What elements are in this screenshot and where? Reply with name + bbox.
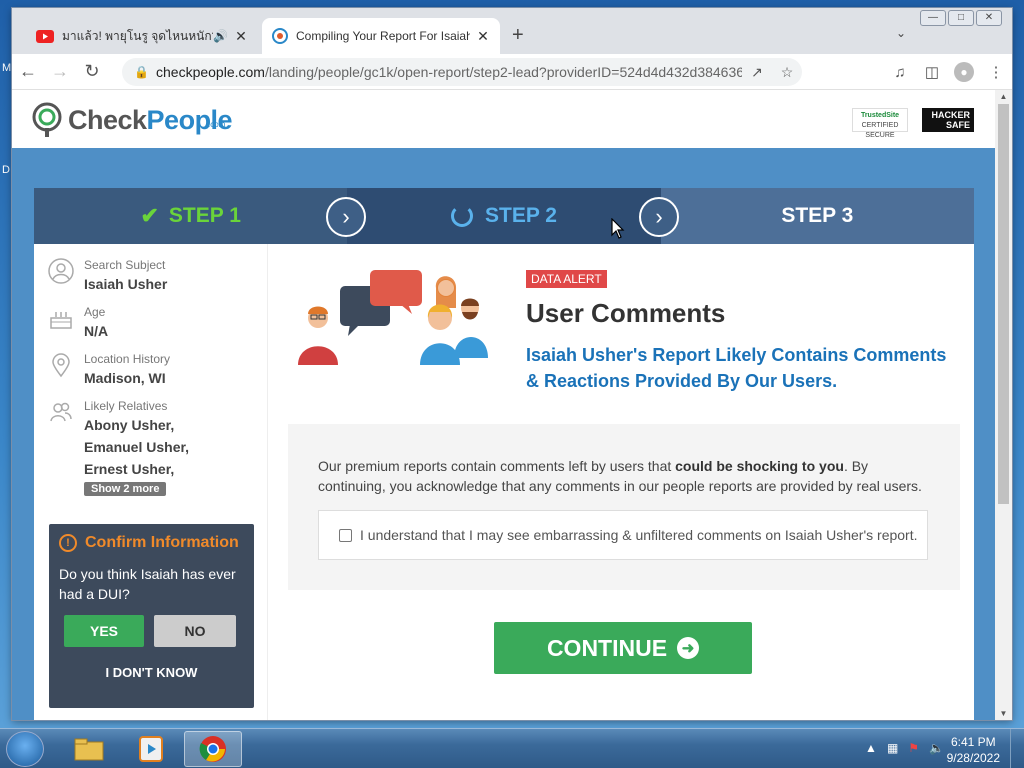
media-control-icon[interactable]: ♫ xyxy=(884,64,916,81)
scroll-down-icon[interactable]: ▼ xyxy=(995,709,1012,718)
alert-main: DATA ALERT User Comments Isaiah Usher's … xyxy=(268,244,974,720)
no-button[interactable]: NO xyxy=(154,615,236,647)
chevron-right-icon: › xyxy=(326,197,366,237)
reload-icon[interactable]: ↻ xyxy=(76,61,108,82)
relative-name: Ernest Usher, xyxy=(84,461,175,477)
browser-toolbar: ← → ↻ 🔒 checkpeople.com/landing/people/g… xyxy=(12,54,1012,90)
step-1: ✔ STEP 1 xyxy=(34,188,348,244)
hacker-safe-badge[interactable]: HACKER SAFE xyxy=(922,108,974,132)
show-more-button[interactable]: Show 2 more xyxy=(84,482,167,496)
user-comments-illustration xyxy=(298,270,488,365)
network-icon[interactable]: ▦ xyxy=(887,741,898,755)
sidebar-subject: Search Subject Isaiah Usher xyxy=(48,258,167,294)
show-desktop-button[interactable] xyxy=(1010,729,1024,768)
close-icon[interactable]: ✕ xyxy=(234,28,248,45)
window-controls: — □ ✕ xyxy=(920,10,1002,26)
profile-icon[interactable]: ● xyxy=(948,62,980,82)
relative-name: Abony Usher, xyxy=(84,417,175,433)
browser-window: มาแล้ว! พายุโนรู จุดไหนหนัก? จุดไ 🔊 ✕ Co… xyxy=(12,8,1012,720)
confirm-information-panel: ! Confirm Information Do you think Isaiah… xyxy=(49,524,254,708)
address-bar[interactable]: 🔒 checkpeople.com/landing/people/gc1k/op… xyxy=(122,58,802,86)
tab-bar: มาแล้ว! พายุโนรู จุดไหนหนัก? จุดไ 🔊 ✕ Co… xyxy=(12,8,1012,54)
person-circle-icon xyxy=(48,258,74,284)
side-panel-icon[interactable]: ◫ xyxy=(916,63,948,81)
windows-taskbar: ▲ ▦ ⚑ 🔈 6:41 PM 9/28/2022 xyxy=(0,728,1024,768)
checkpeople-favicon-icon xyxy=(272,28,288,44)
speaker-icon[interactable]: 🔊 xyxy=(213,29,228,43)
alert-subtitle: Isaiah Usher's Report Likely Contains Co… xyxy=(526,345,947,391)
mouse-cursor-icon xyxy=(611,218,625,239)
logo-pin-icon xyxy=(32,102,62,137)
explorer-taskbar-icon[interactable] xyxy=(60,731,118,767)
scroll-up-icon[interactable]: ▲ xyxy=(995,92,1012,101)
loading-spinner-icon xyxy=(451,205,473,227)
disclaimer-box: Our premium reports contain comments lef… xyxy=(288,424,960,590)
exclamation-icon: ! xyxy=(59,534,77,552)
progress-steps: ✔ STEP 1 STEP 2 STEP 3 › › xyxy=(34,188,974,244)
people-group-icon xyxy=(50,402,72,422)
logo-domain-text: .com xyxy=(208,120,226,129)
page-title: User Comments xyxy=(526,298,726,328)
relative-name: Emanuel Usher, xyxy=(84,439,190,455)
tray-expand-icon[interactable]: ▲ xyxy=(865,741,877,755)
tab-title: มาแล้ว! พายุโนรู จุดไหนหนัก? จุดไ xyxy=(62,28,214,43)
forward-icon[interactable]: → xyxy=(44,61,76,82)
acknowledge-checkbox[interactable] xyxy=(339,528,352,542)
sidebar-age: Age N/A xyxy=(48,305,108,341)
desktop-edge-letter: M xyxy=(2,62,12,74)
start-button[interactable] xyxy=(6,731,44,767)
desktop-edge-letter: D xyxy=(2,164,10,176)
webpage: CheckPeople .com TrustedSite CERTIFIED SE… xyxy=(12,90,995,720)
lock-icon[interactable]: 🔒 xyxy=(134,65,149,79)
tab-search-chevron-icon[interactable]: ⌄ xyxy=(896,26,906,40)
sidebar-location: Location History Madison, WI xyxy=(48,352,170,388)
disclaimer-text: Our premium reports contain comments lef… xyxy=(318,458,922,494)
system-tray: ▲ ▦ ⚑ 🔈 xyxy=(865,741,944,755)
acknowledge-label: I understand that I may see embarrassing… xyxy=(360,527,918,543)
chevron-right-icon: › xyxy=(639,197,679,237)
bookmark-star-icon[interactable]: ☆ xyxy=(772,64,802,81)
step-3: STEP 3 xyxy=(660,188,974,244)
subject-sidebar: Search Subject Isaiah Usher Age N/A Locati… xyxy=(34,244,268,720)
sidebar-relatives: Likely Relatives Abony Usher, Emanuel Us… xyxy=(48,399,189,497)
arrow-right-circle-icon: ➜ xyxy=(677,637,700,659)
close-window-button[interactable]: ✕ xyxy=(976,10,1002,26)
toolbar-right: ♫ ◫ ● ⋮ xyxy=(884,54,1012,90)
scrollbar-thumb[interactable] xyxy=(998,104,1009,504)
tab-title: Compiling Your Report For Isaiah xyxy=(296,29,470,43)
site-header: CheckPeople .com TrustedSite CERTIFIED SE… xyxy=(12,90,995,148)
acknowledge-checkbox-row[interactable]: I understand that I may see embarrassing… xyxy=(318,510,928,560)
media-player-taskbar-icon[interactable] xyxy=(122,731,180,767)
new-tab-button[interactable]: + xyxy=(512,24,524,47)
trustedsite-badge[interactable]: TrustedSite CERTIFIED SECURE xyxy=(852,108,908,139)
checkpeople-logo[interactable]: CheckPeople xyxy=(32,102,233,138)
page-scrollbar[interactable]: ▲ ▼ xyxy=(995,90,1012,720)
tab-checkpeople[interactable]: Compiling Your Report For Isaiah ✕ xyxy=(262,18,500,54)
checkmark-icon: ✔ xyxy=(140,203,159,228)
birthday-cake-icon xyxy=(50,312,72,329)
maximize-button[interactable]: □ xyxy=(948,10,974,26)
confirm-title: Confirm Information xyxy=(85,534,239,551)
confirm-question: Do you think Isaiah has ever had a DUI? xyxy=(59,566,236,602)
yes-button[interactable]: YES xyxy=(64,615,144,647)
minimize-button[interactable]: — xyxy=(920,10,946,26)
continue-button[interactable]: CONTINUE ➜ xyxy=(494,622,752,674)
action-center-flag-icon[interactable]: ⚑ xyxy=(908,741,919,755)
data-alert-badge: DATA ALERT xyxy=(526,270,607,288)
volume-icon[interactable]: 🔈 xyxy=(929,741,944,755)
back-icon[interactable]: ← xyxy=(12,61,44,82)
report-card: Search Subject Isaiah Usher Age N/A Locati… xyxy=(34,244,974,720)
tab-youtube[interactable]: มาแล้ว! พายุโนรู จุดไหนหนัก? จุดไ 🔊 ✕ xyxy=(26,18,258,54)
chrome-taskbar-icon[interactable] xyxy=(184,731,242,767)
dont-know-button[interactable]: I DON'T KNOW xyxy=(49,665,254,680)
location-pin-icon xyxy=(52,353,70,378)
share-icon[interactable]: ↗ xyxy=(742,64,772,81)
clock[interactable]: 6:41 PM 9/28/2022 xyxy=(947,734,1000,766)
menu-kebab-icon[interactable]: ⋮ xyxy=(980,63,1012,81)
url-text: checkpeople.com/landing/people/gc1k/open… xyxy=(156,64,742,80)
youtube-icon xyxy=(36,29,54,43)
close-icon[interactable]: ✕ xyxy=(476,28,490,45)
